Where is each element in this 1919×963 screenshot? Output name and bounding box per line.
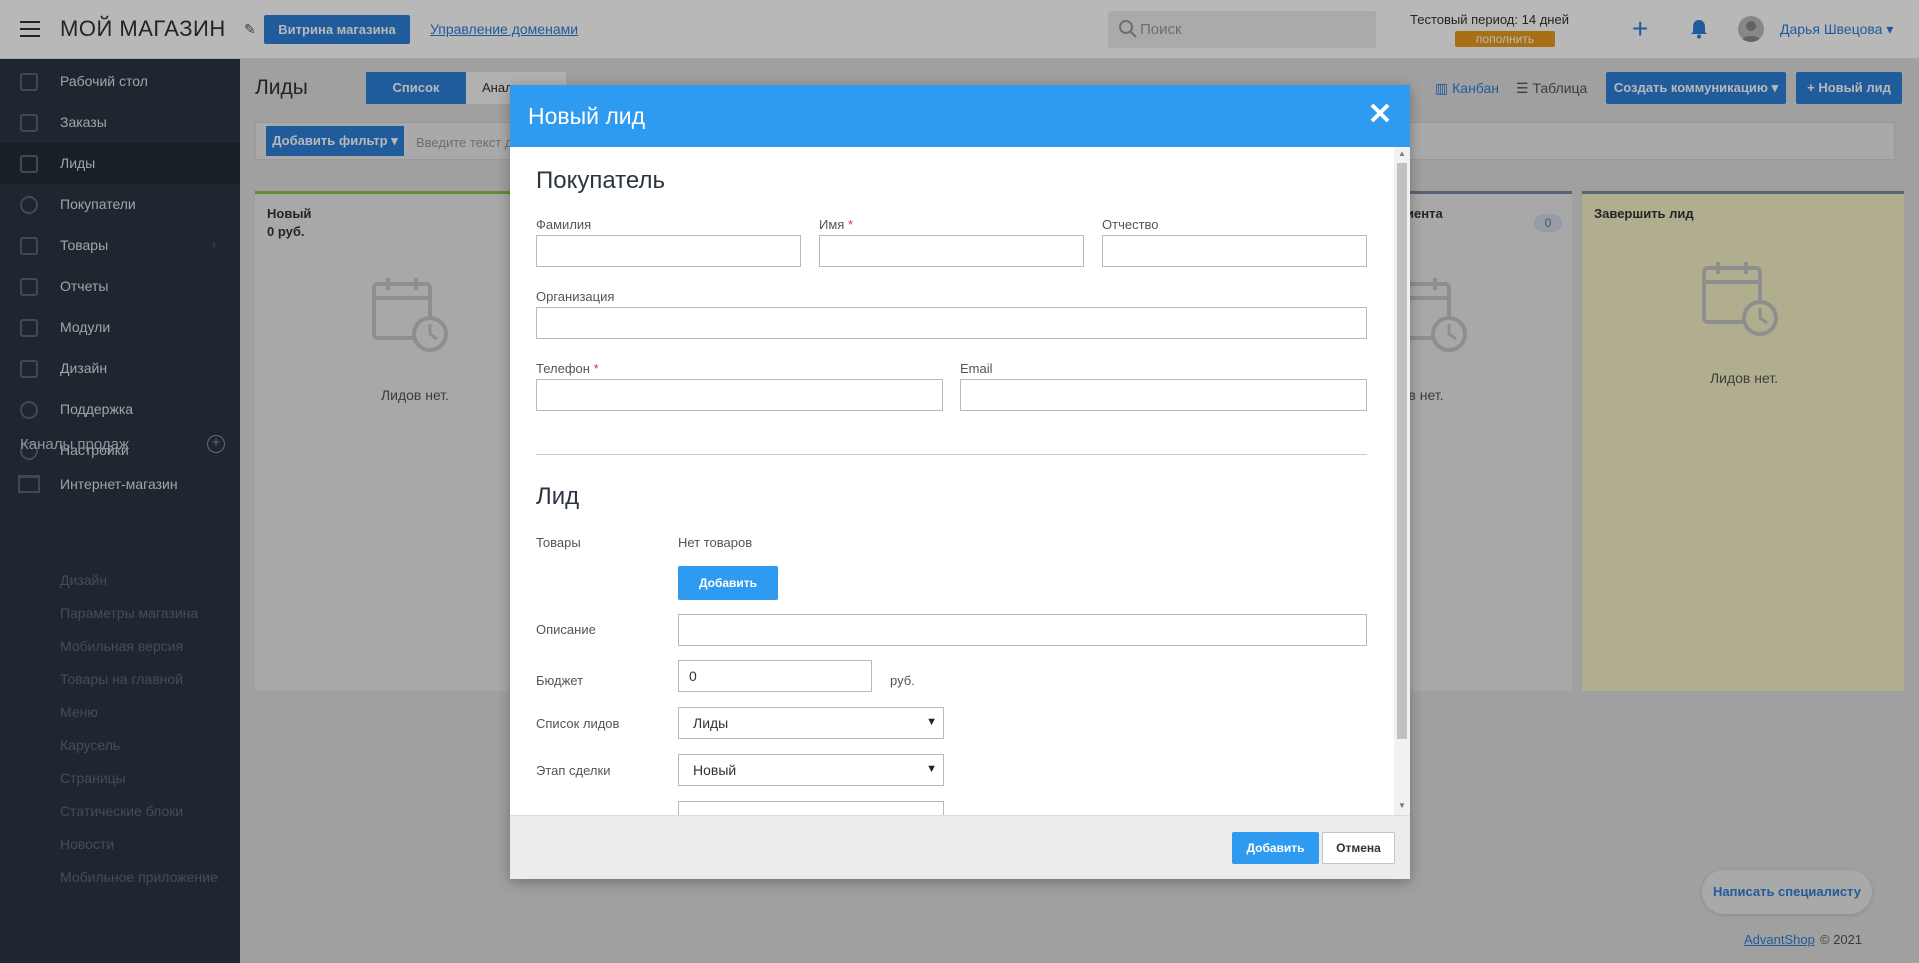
lead-list-value: Лиды	[693, 715, 729, 731]
description-field[interactable]	[678, 614, 1367, 646]
description-label: Описание	[536, 622, 596, 637]
middle-name-label: Отчество	[1102, 217, 1159, 232]
lead-section-title: Лид	[536, 483, 580, 510]
next-select-partial[interactable]	[678, 801, 944, 815]
phone-field[interactable]	[536, 379, 943, 411]
scroll-thumb[interactable]	[1397, 163, 1407, 739]
org-label: Организация	[536, 289, 615, 304]
new-lead-modal: Новый лид Покупатель Фамилия Имя * Отчес…	[510, 85, 1410, 879]
first-name-label-text: Имя	[819, 217, 845, 232]
cancel-button[interactable]: Отмена	[1322, 832, 1395, 864]
scroll-up-icon[interactable]: ▲	[1398, 149, 1406, 158]
deal-stage-value: Новый	[693, 762, 737, 778]
submit-button[interactable]: Добавить	[1232, 832, 1319, 864]
add-goods-button[interactable]: Добавить	[678, 566, 778, 600]
modal-footer: Добавить Отмена	[510, 815, 1410, 879]
first-name-field[interactable]	[819, 235, 1084, 267]
modal-scrollbar[interactable]: ▲ ▼	[1394, 147, 1410, 815]
close-icon[interactable]	[1366, 99, 1394, 127]
required-mark: *	[593, 361, 599, 376]
budget-label: Бюджет	[536, 673, 584, 688]
last-name-field[interactable]	[536, 235, 801, 267]
lead-list-label: Список лидов	[536, 716, 620, 731]
phone-label-text: Телефон	[536, 361, 590, 376]
org-field[interactable]	[536, 307, 1367, 339]
divider	[536, 454, 1367, 455]
chevron-down-icon: ▼	[926, 716, 937, 728]
goods-label: Товары	[536, 535, 581, 550]
middle-name-field[interactable]	[1102, 235, 1367, 267]
lead-list-select[interactable]: Лиды ▼	[678, 707, 944, 739]
budget-field[interactable]: 0	[678, 660, 872, 692]
phone-label: Телефон *	[536, 361, 599, 376]
budget-unit: руб.	[890, 673, 915, 688]
modal-title: Новый лид	[528, 103, 646, 129]
first-name-label: Имя *	[819, 217, 853, 232]
deal-stage-label: Этап сделки	[536, 763, 611, 778]
buyer-section-title: Покупатель	[536, 167, 665, 194]
no-goods-text: Нет товаров	[678, 535, 753, 550]
scroll-down-icon[interactable]: ▼	[1398, 801, 1406, 810]
modal-header: Новый лид	[510, 85, 1410, 147]
deal-stage-select[interactable]: Новый ▼	[678, 754, 944, 786]
email-field[interactable]	[960, 379, 1367, 411]
required-mark: *	[847, 217, 854, 232]
email-label: Email	[960, 361, 993, 376]
last-name-label: Фамилия	[536, 217, 592, 232]
chevron-down-icon: ▼	[926, 763, 937, 775]
modal-body: Покупатель Фамилия Имя * Отчество Органи…	[510, 147, 1410, 815]
